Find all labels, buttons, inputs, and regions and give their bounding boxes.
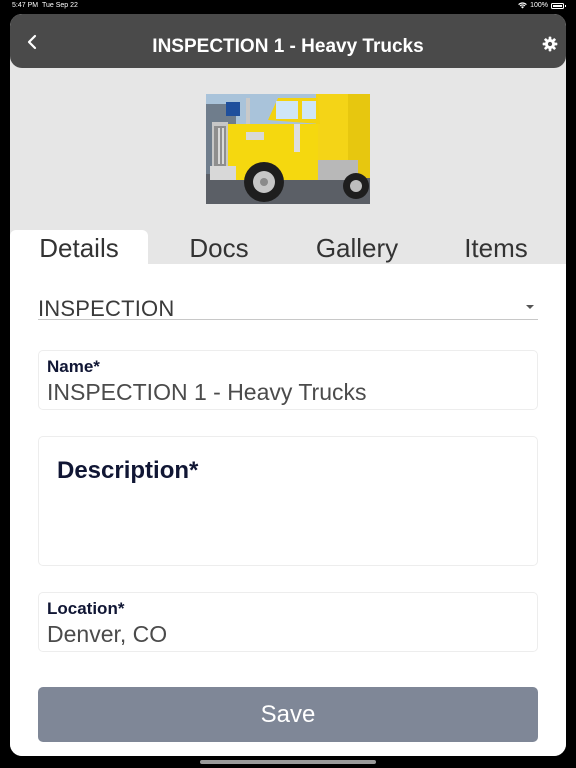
name-field[interactable]: Name* INSPECTION 1 - Heavy Trucks (38, 350, 538, 410)
page-title: INSPECTION 1 - Heavy Trucks (152, 36, 424, 57)
description-field[interactable]: Description* (38, 436, 538, 566)
status-time: 5:47 PM Tue Sep 22 (12, 2, 78, 9)
description-label: Description* (57, 457, 199, 484)
truck-image (206, 94, 370, 204)
tab-details[interactable]: Details (10, 230, 148, 266)
name-label: Name* (47, 357, 100, 376)
battery-percent: 100% (530, 2, 548, 9)
gear-icon (542, 36, 558, 52)
status-bar: 5:47 PM Tue Sep 22 100% (0, 0, 576, 14)
wifi-icon (518, 2, 527, 9)
date-text: Tue Sep 22 (41, 2, 78, 9)
location-input[interactable]: Denver, CO (47, 621, 167, 648)
type-dropdown[interactable]: INSPECTION (38, 294, 538, 321)
home-indicator[interactable] (200, 760, 376, 764)
type-dropdown-value: INSPECTION (38, 296, 175, 321)
tab-docs[interactable]: Docs (152, 230, 286, 266)
name-input[interactable]: INSPECTION 1 - Heavy Trucks (47, 379, 367, 406)
tab-items[interactable]: Items (428, 230, 564, 266)
battery-icon (551, 2, 566, 9)
location-label: Location* (47, 599, 125, 618)
time-text: 5:47 PM (12, 2, 39, 9)
location-field[interactable]: Location* Denver, CO (38, 592, 538, 652)
app-window: INSPECTION 1 - Heavy Trucks Details Docs… (10, 14, 566, 756)
chevron-left-icon (27, 34, 37, 50)
status-right: 100% (518, 2, 566, 9)
truck-photo[interactable] (206, 94, 370, 204)
caret-down-icon (526, 305, 534, 309)
back-button[interactable] (22, 32, 42, 52)
details-panel: INSPECTION Name* INSPECTION 1 - Heavy Tr… (10, 264, 566, 756)
settings-button[interactable] (542, 36, 558, 52)
save-button[interactable]: Save (38, 687, 538, 742)
tab-gallery[interactable]: Gallery (288, 230, 426, 266)
navigation-bar: INSPECTION 1 - Heavy Trucks (10, 14, 566, 68)
tab-bar: Details Docs Gallery Items (10, 230, 566, 266)
